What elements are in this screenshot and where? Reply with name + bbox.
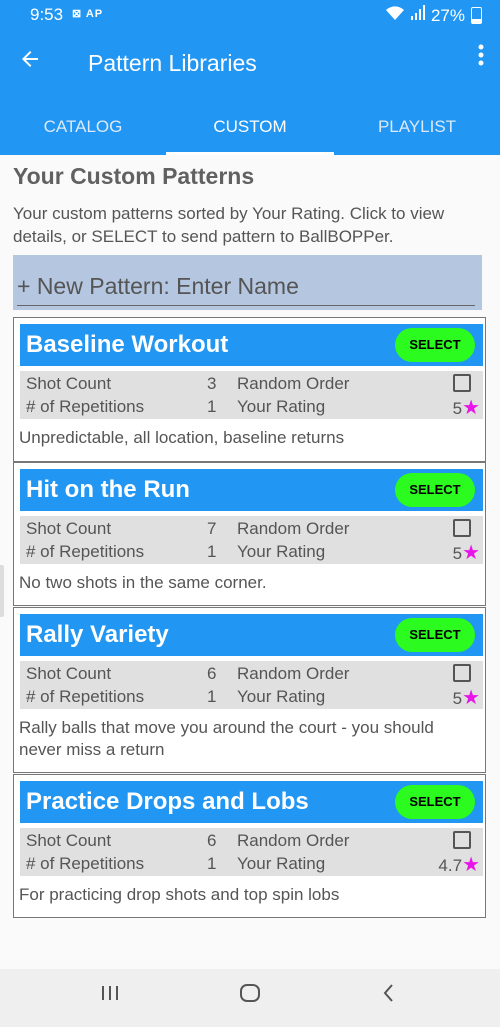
select-button[interactable]: SELECT <box>395 785 475 819</box>
tab-catalog[interactable]: CATALOG <box>0 98 166 155</box>
pattern-description: For practicing drop shots and top spin l… <box>19 885 340 904</box>
star-icon: ★ <box>462 854 480 876</box>
random-order-checkbox[interactable] <box>453 519 471 537</box>
pattern-stats: Shot Count 7 Random Order # of Repetitio… <box>20 516 483 564</box>
edge-handle[interactable] <box>0 565 4 617</box>
pattern-name: Practice Drops and Lobs <box>26 788 309 815</box>
pattern-card[interactable]: Hit on the Run SELECT Shot Count 7 Rando… <box>13 462 486 606</box>
rating: 5★ <box>453 395 480 420</box>
rating: 5★ <box>453 540 480 565</box>
nav-back-icon[interactable] <box>381 983 397 1009</box>
pattern-card-header: Baseline Workout SELECT <box>20 324 483 366</box>
repetitions-label: # of Repetitions <box>26 687 145 706</box>
your-rating-label: Your Rating <box>237 397 326 416</box>
arrow-back-icon[interactable] <box>18 46 42 78</box>
your-rating-label: Your Rating <box>237 542 326 561</box>
pattern-name: Baseline Workout <box>26 331 229 358</box>
repetitions-label: # of Repetitions <box>26 854 145 873</box>
shot-count-label: Shot Count <box>26 831 112 850</box>
rating-value: 5 <box>452 399 463 418</box>
random-order-label: Random Order <box>237 374 350 393</box>
repetitions-value: 1 <box>207 397 217 416</box>
your-rating-label: Your Rating <box>237 687 326 706</box>
star-icon: ★ <box>462 542 480 564</box>
random-order-label: Random Order <box>237 664 350 683</box>
shot-count-label: Shot Count <box>26 374 112 393</box>
notification-icons: ⊠ AP <box>72 8 104 20</box>
rating-value: 5 <box>452 689 463 708</box>
battery-icon <box>471 7 482 24</box>
pattern-description: Rally balls that move you around the cou… <box>19 718 434 759</box>
shot-count-label: Shot Count <box>26 664 112 683</box>
pattern-name: Rally Variety <box>26 621 169 648</box>
pattern-card[interactable]: Rally Variety SELECT Shot Count 6 Random… <box>13 607 486 773</box>
rating-value: 4.7 <box>438 856 463 875</box>
status-right: 27% <box>385 5 482 26</box>
recents-icon[interactable] <box>100 983 120 1009</box>
pattern-stats: Shot Count 6 Random Order # of Repetitio… <box>20 661 483 709</box>
tab-custom[interactable]: CUSTOM <box>166 98 334 155</box>
home-icon[interactable] <box>239 983 261 1009</box>
page-title: Pattern Libraries <box>88 50 257 76</box>
shot-count-value: 3 <box>207 374 217 393</box>
system-nav-bar <box>0 969 500 1027</box>
repetitions-value: 1 <box>207 542 217 561</box>
section-heading: Your Custom Patterns <box>13 163 255 189</box>
pattern-card-header: Practice Drops and Lobs SELECT <box>20 781 483 823</box>
shot-count-value: 6 <box>207 831 217 850</box>
battery-percent: 27% <box>430 5 465 25</box>
signal-icon <box>410 5 425 26</box>
select-button[interactable]: SELECT <box>395 328 475 362</box>
tab-playlist[interactable]: PLAYLIST <box>334 98 500 155</box>
shot-count-value: 7 <box>207 519 217 538</box>
pattern-card[interactable]: Practice Drops and Lobs SELECT Shot Coun… <box>13 774 486 918</box>
pattern-card-header: Hit on the Run SELECT <box>20 469 483 511</box>
new-pattern-input[interactable] <box>17 267 475 306</box>
random-order-checkbox[interactable] <box>453 374 471 392</box>
star-icon: ★ <box>462 687 480 709</box>
new-pattern-row <box>13 255 482 310</box>
repetitions-label: # of Repetitions <box>26 397 145 416</box>
repetitions-value: 1 <box>207 854 217 873</box>
pattern-stats: Shot Count 3 Random Order # of Repetitio… <box>20 371 483 419</box>
rating: 5★ <box>453 685 480 710</box>
repetitions-label: # of Repetitions <box>26 542 145 561</box>
rating: 4.7★ <box>438 852 480 877</box>
tab-bar: CATALOG CUSTOM PLAYLIST <box>0 98 500 155</box>
your-rating-label: Your Rating <box>237 854 326 873</box>
rating-value: 5 <box>452 544 463 563</box>
wifi-icon <box>385 5 405 26</box>
select-button[interactable]: SELECT <box>395 618 475 652</box>
random-order-checkbox[interactable] <box>453 664 471 682</box>
status-bar: 9:53 ⊠ AP 27% <box>0 0 500 30</box>
random-order-label: Random Order <box>237 519 350 538</box>
pattern-card-header: Rally Variety SELECT <box>20 614 483 656</box>
random-order-checkbox[interactable] <box>453 831 471 849</box>
select-button[interactable]: SELECT <box>395 473 475 507</box>
pattern-description: Unpredictable, all location, baseline re… <box>19 428 345 447</box>
more-vertical-icon[interactable] <box>478 44 484 70</box>
pattern-description: No two shots in the same corner. <box>19 573 267 592</box>
shot-count-label: Shot Count <box>26 519 112 538</box>
app-bar: Pattern Libraries <box>0 30 500 98</box>
shot-count-value: 6 <box>207 664 217 683</box>
random-order-label: Random Order <box>237 831 350 850</box>
section-description: Your custom patterns sorted by Your Rati… <box>13 204 445 246</box>
repetitions-value: 1 <box>207 687 217 706</box>
status-time: 9:53 <box>30 5 64 24</box>
star-icon: ★ <box>462 397 480 419</box>
pattern-stats: Shot Count 6 Random Order # of Repetitio… <box>20 828 483 876</box>
pattern-name: Hit on the Run <box>26 476 190 503</box>
pattern-card[interactable]: Baseline Workout SELECT Shot Count 3 Ran… <box>13 317 486 462</box>
